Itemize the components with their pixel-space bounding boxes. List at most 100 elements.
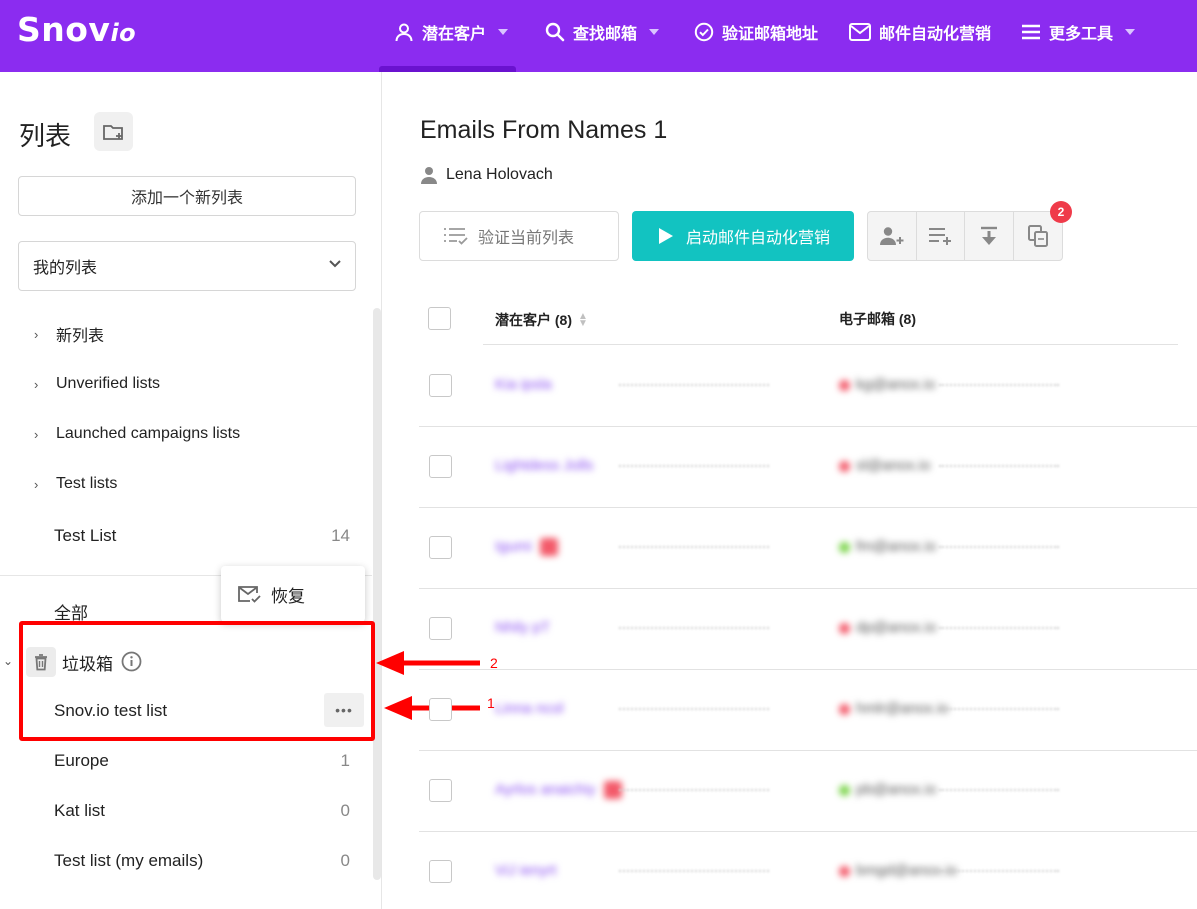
list-item[interactable]: Europe 1 [54, 746, 350, 776]
folder-item[interactable]: › Unverified lists [34, 369, 160, 399]
envelope-check-icon [238, 586, 261, 603]
prospects-column-header[interactable]: 潜在客户 (8) ▲ ▼ [495, 310, 588, 330]
prospect-name[interactable]: Nhily pT [495, 619, 550, 636]
verify-list-button[interactable]: 验证当前列表 [419, 211, 619, 261]
sort-icon[interactable]: ▲ ▼ [578, 312, 588, 329]
download-icon [980, 226, 997, 245]
table-row[interactable]: Linna ncol hmlr@anox.io [419, 670, 1197, 751]
list-title: Emails From Names 1 [420, 116, 668, 144]
nav-prospects[interactable]: 潜在客户 [394, 0, 509, 64]
folder-item[interactable]: › 新列表 [34, 319, 104, 349]
list-owner: Lena Holovach [420, 166, 553, 184]
table-row[interactable]: Igumi fm@anox.io [419, 508, 1197, 589]
download-button[interactable] [965, 212, 1014, 260]
list-item[interactable]: Kat list 0 [54, 796, 350, 826]
table-row[interactable]: Kia ipsla kg@anox.io [419, 346, 1197, 427]
prospect-name[interactable]: Kia ipsla [495, 376, 552, 393]
list-count: 14 [331, 526, 350, 545]
prospect-name[interactable]: ViJ ienyrt [495, 862, 556, 879]
add-new-list-button[interactable]: 添加一个新列表 [18, 176, 356, 216]
prospect-name[interactable]: Lightdess Jolls [495, 457, 593, 474]
restore-menu-item[interactable]: 恢复 [221, 566, 365, 622]
folder-plus-icon [102, 124, 123, 140]
list-filter-select[interactable]: 我的列表 [18, 241, 356, 291]
nav-more-tools[interactable]: 更多工具 [1021, 0, 1136, 64]
row-checkbox[interactable] [429, 536, 452, 559]
nav-email-drip[interactable]: 邮件自动化营销 [849, 0, 991, 64]
new-folder-button[interactable] [94, 112, 133, 151]
list-item[interactable]: Test List 14 [54, 521, 350, 551]
header-divider [483, 344, 1178, 345]
email-status-dot [839, 784, 850, 796]
prospect-email: pb@anox.io [839, 781, 936, 798]
sidebar-title: 列表 [19, 121, 72, 151]
table-row[interactable]: Nhily pT dp@anox.io [419, 589, 1197, 670]
prospect-email: hmlr@anox.io [839, 700, 949, 717]
verify-label: 验证当前列表 [478, 230, 575, 247]
top-navigation-bar: Snovio 潜在客户 查找邮箱 验证邮箱地址 邮件自动化营销 更多工具 [0, 0, 1197, 72]
email-column-header: 电子邮箱 (8) [839, 311, 916, 327]
notification-badge: 2 [1050, 201, 1072, 223]
list-count: 0 [340, 851, 350, 870]
email-detail-placeholder [939, 384, 1059, 386]
list-name: Kat list [54, 801, 106, 820]
owner-name: Lena Holovach [446, 166, 553, 183]
campaign-label: 启动邮件自动化营销 [686, 230, 831, 247]
row-checkbox[interactable] [429, 617, 452, 640]
row-checkbox[interactable] [429, 779, 452, 802]
nav-find-emails[interactable]: 查找邮箱 [545, 0, 660, 64]
caret-down-icon [649, 29, 660, 35]
email-text: fm@anox.io [856, 538, 937, 555]
folder-item[interactable]: › Test lists [34, 469, 117, 499]
prospect-email: kg@anox.io [839, 376, 935, 393]
row-checkbox[interactable] [429, 698, 452, 721]
email-status-dot [839, 379, 850, 391]
email-detail-placeholder [939, 870, 1059, 872]
chevron-right-icon: › [34, 426, 39, 442]
copy-icon [1027, 225, 1048, 247]
hamburger-icon [1022, 24, 1040, 40]
highlight-box [19, 621, 375, 741]
prospect-detail-placeholder [619, 546, 769, 548]
prospects-header-label: 潜在客户 (8) [495, 312, 572, 328]
select-all-checkbox[interactable] [428, 307, 451, 330]
table-row[interactable]: Ayrlos anaichiy pb@anox.io [419, 751, 1197, 832]
caret-down-icon [1125, 29, 1136, 35]
email-status-dot [839, 703, 850, 715]
table-row[interactable]: Lightdess Jolls sl@anox.io [419, 427, 1197, 508]
add-prospect-button[interactable] [868, 212, 917, 260]
add-to-list-button[interactable] [917, 212, 965, 260]
folder-label: 新列表 [56, 328, 105, 345]
caret-down-icon [498, 29, 509, 35]
sidebar-scrollbar[interactable] [373, 308, 381, 880]
snovio-logo[interactable]: Snovio [17, 10, 136, 49]
list-name: Test List [54, 526, 117, 545]
email-detail-placeholder [939, 708, 1059, 710]
list-item[interactable]: Test list (my emails) 0 [54, 846, 350, 876]
nav-verify-emails[interactable]: 验证邮箱地址 [694, 0, 818, 64]
add-to-list-icon [929, 228, 952, 245]
table-row[interactable]: ViJ ienyrt bmgd@anox.io [419, 832, 1197, 909]
prospect-name[interactable]: Linna ncol [495, 700, 563, 717]
email-text: dp@anox.io [856, 619, 937, 636]
restore-label: 恢复 [271, 586, 305, 606]
email-status-dot [839, 622, 850, 634]
row-checkbox[interactable] [429, 860, 452, 883]
email-text: kg@anox.io [856, 376, 936, 393]
prospect-detail-placeholder [619, 627, 769, 629]
prospect-email: sl@anox.io [839, 457, 930, 474]
prospect-email: fm@anox.io [839, 538, 936, 555]
launch-campaign-button[interactable]: 启动邮件自动化营销 [632, 211, 854, 261]
prospect-name[interactable]: Ayrlos anaichiy [495, 781, 622, 800]
envelope-icon [849, 23, 871, 41]
nav-more-tools-label: 更多工具 [1049, 26, 1114, 43]
chevron-down-icon[interactable]: ⌄ [3, 654, 13, 668]
row-checkbox[interactable] [429, 455, 452, 478]
list-actions-toolbar [867, 211, 1063, 261]
prospect-name[interactable]: Igumi [495, 538, 558, 557]
chevron-right-icon: › [34, 326, 39, 342]
folder-item[interactable]: › Launched campaigns lists [34, 419, 240, 449]
nav-active-indicator [379, 66, 516, 72]
row-checkbox[interactable] [429, 374, 452, 397]
prospect-detail-placeholder [619, 789, 769, 791]
